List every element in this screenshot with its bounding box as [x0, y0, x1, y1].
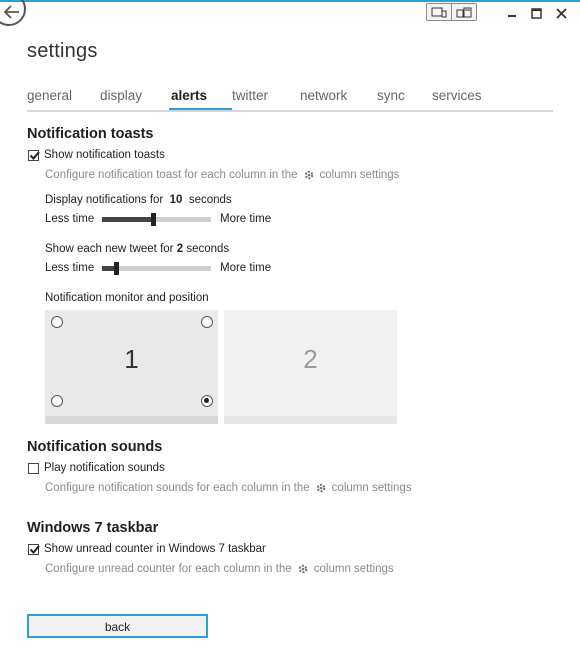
- gear-icon: [315, 482, 327, 494]
- toasts-hint-link[interactable]: column settings: [320, 169, 400, 181]
- view-mode-toggle: [426, 3, 477, 21]
- sounds-column-hint: Configure notification sounds for each c…: [45, 482, 412, 494]
- tweet-duration-text: Show each new tweet for 2 seconds: [45, 243, 229, 255]
- monitor-2[interactable]: 2: [224, 310, 397, 424]
- display-duration-prefix: Display notifications for: [45, 194, 164, 206]
- page-title: settings: [27, 40, 98, 62]
- display-duration-text: Display notifications for 10 seconds: [45, 194, 232, 206]
- play-sounds-option[interactable]: Play notification sounds: [28, 462, 165, 474]
- position-top-left-radio[interactable]: [51, 316, 63, 328]
- section-heading-toasts: Notification toasts: [27, 126, 154, 142]
- back-arrow-icon[interactable]: [0, 0, 26, 26]
- position-bottom-left-radio[interactable]: [51, 395, 63, 407]
- taskbar-column-hint: Configure unread counter for each column…: [45, 563, 394, 575]
- slider-thumb[interactable]: [114, 262, 119, 275]
- tab-alerts[interactable]: alerts: [171, 88, 207, 103]
- tab-twitter[interactable]: twitter: [232, 88, 268, 103]
- section-heading-taskbar: Windows 7 taskbar: [27, 520, 159, 536]
- settings-tabs: general display alerts twitter network s…: [27, 88, 553, 112]
- dual-screen-icon[interactable]: [451, 4, 476, 20]
- active-tab-indicator: [169, 108, 232, 110]
- tweet-duration-value: 2: [176, 243, 184, 255]
- settings-window: settings general display alerts twitter …: [0, 0, 580, 672]
- slider-less-label: Less time: [45, 213, 95, 225]
- play-sounds-checkbox[interactable]: [28, 462, 39, 474]
- display-duration-value: 10: [169, 194, 183, 206]
- tweet-duration-slider[interactable]: [102, 262, 211, 275]
- tab-display[interactable]: display: [100, 88, 142, 103]
- display-duration-suffix: seconds: [188, 194, 232, 206]
- monitor-position-label: Notification monitor and position: [45, 292, 209, 304]
- sounds-hint-link[interactable]: column settings: [332, 482, 412, 494]
- show-unread-counter-option[interactable]: Show unread counter in Windows 7 taskbar: [28, 543, 266, 555]
- show-toasts-label: Show notification toasts: [44, 149, 165, 161]
- maximize-icon[interactable]: [529, 6, 543, 20]
- slider-more-label: More time: [220, 213, 272, 225]
- taskbar-hint-link[interactable]: column settings: [314, 563, 394, 575]
- tab-network[interactable]: network: [300, 88, 347, 103]
- slider-thumb[interactable]: [151, 213, 156, 226]
- slider-more-label: More time: [220, 262, 272, 274]
- tablet-icon[interactable]: [427, 4, 451, 20]
- slider-less-label: Less time: [45, 262, 95, 274]
- tab-sync[interactable]: sync: [377, 88, 405, 103]
- taskbar-hint-text: Configure unread counter for each column…: [45, 563, 292, 575]
- tweet-duration-suffix: seconds: [186, 243, 230, 255]
- toasts-hint-text: Configure notification toast for each co…: [45, 169, 298, 181]
- sounds-hint-text: Configure notification sounds for each c…: [45, 482, 310, 494]
- slider-fill: [102, 217, 153, 222]
- gear-icon: [297, 563, 309, 575]
- monitor-number: 1: [124, 344, 139, 374]
- tab-general[interactable]: general: [27, 88, 72, 103]
- monitor-1[interactable]: 1: [45, 310, 218, 424]
- tweet-duration-prefix: Show each new tweet for: [45, 243, 174, 255]
- back-button[interactable]: back: [27, 614, 208, 638]
- gear-icon: [303, 169, 315, 181]
- close-icon[interactable]: [554, 6, 568, 20]
- display-duration-slider[interactable]: [102, 213, 211, 226]
- position-top-right-radio[interactable]: [201, 316, 213, 328]
- minimize-icon[interactable]: [505, 6, 519, 20]
- window-accent-bar: [0, 0, 580, 2]
- show-toasts-option[interactable]: Show notification toasts: [28, 149, 165, 161]
- position-bottom-right-radio[interactable]: [201, 395, 213, 407]
- monitor-number: 2: [303, 344, 318, 374]
- play-sounds-label: Play notification sounds: [44, 462, 165, 474]
- show-toasts-checkbox[interactable]: [28, 149, 40, 161]
- toasts-column-hint: Configure notification toast for each co…: [45, 169, 399, 181]
- tab-services[interactable]: services: [432, 88, 482, 103]
- show-unread-counter-checkbox[interactable]: [28, 543, 40, 555]
- section-heading-sounds: Notification sounds: [27, 439, 163, 455]
- show-unread-counter-label: Show unread counter in Windows 7 taskbar: [44, 543, 266, 555]
